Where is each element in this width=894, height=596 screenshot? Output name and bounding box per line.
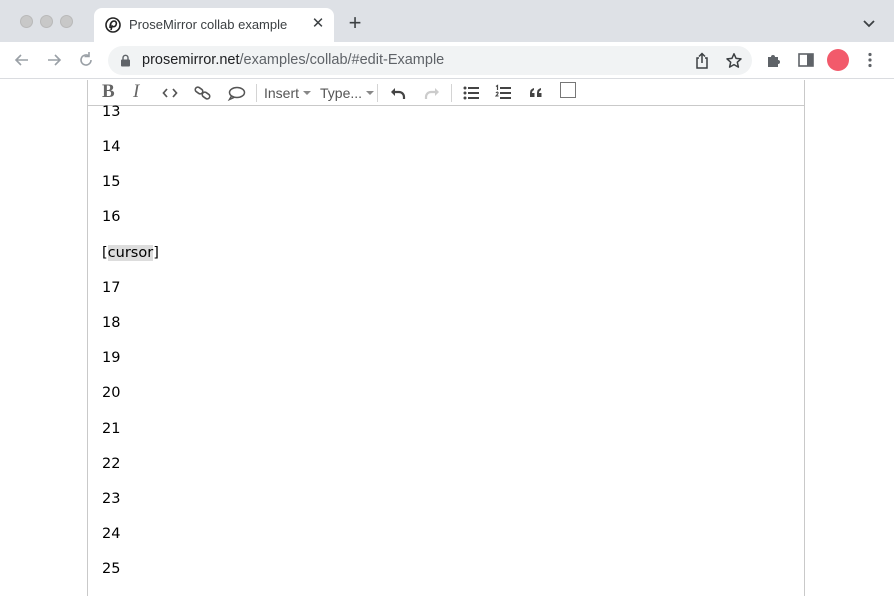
url-path: /examples/collab/#edit-Example	[239, 52, 445, 68]
cursor-paragraph: [cursor]	[102, 243, 159, 263]
insert-dropdown[interactable]: Insert	[264, 85, 312, 101]
paragraph: 14	[102, 139, 121, 155]
type-dropdown[interactable]: Type...	[320, 85, 375, 101]
paragraph: 19	[102, 350, 121, 366]
caret-down-icon	[366, 91, 375, 95]
undo-icon[interactable]	[389, 83, 407, 103]
extensions-puzzle-icon[interactable]	[765, 51, 783, 69]
paragraph: 16	[102, 209, 121, 225]
paragraph: 20	[102, 385, 121, 401]
tab-search-chevron-icon[interactable]	[860, 14, 878, 32]
window-zoom-button[interactable]	[60, 15, 73, 28]
forward-arrow-icon[interactable]	[44, 50, 64, 70]
paragraph: 18	[102, 315, 121, 331]
menu-separator	[256, 84, 257, 102]
cursor-bracket-open: [	[102, 245, 108, 261]
paragraph: 15	[102, 174, 121, 190]
italic-button[interactable]: I	[133, 81, 139, 102]
comment-icon[interactable]	[227, 83, 246, 103]
redo-icon[interactable]	[423, 83, 441, 103]
insert-dropdown-label: Insert	[264, 85, 300, 101]
browser-toolbar: prosemirror.net/examples/collab/#edit-Ex…	[0, 42, 894, 79]
window-minimize-button[interactable]	[40, 15, 53, 28]
caret-down-icon	[303, 91, 312, 95]
share-icon[interactable]	[694, 52, 710, 70]
editor-menubar: B I Insert Type...	[88, 80, 804, 106]
paragraph: 17	[102, 280, 121, 296]
cursor-bracket-close: ]	[153, 245, 159, 261]
url-host: prosemirror.net	[142, 52, 240, 68]
tab-strip: ProseMirror collab example ✕ +	[0, 0, 894, 42]
select-parent-node-icon[interactable]	[560, 82, 576, 98]
blockquote-icon[interactable]	[528, 83, 544, 103]
bullet-list-icon[interactable]	[463, 83, 480, 103]
reload-icon[interactable]	[76, 50, 96, 70]
paragraph: 22	[102, 456, 121, 472]
menu-separator	[451, 84, 452, 102]
bold-button[interactable]: B	[102, 81, 115, 102]
tab-prosemirror-collab[interactable]: ProseMirror collab example ✕	[94, 8, 334, 42]
prosemirror-favicon-icon	[105, 17, 121, 33]
paragraph: 24	[102, 526, 121, 542]
code-icon[interactable]	[162, 83, 178, 103]
page-viewport: B I Insert Type... 13 14 15 16 [cursor] …	[0, 80, 894, 596]
lock-icon[interactable]	[120, 54, 131, 67]
address-bar[interactable]: prosemirror.net/examples/collab/#edit-Ex…	[108, 46, 752, 75]
kebab-menu-icon[interactable]	[862, 51, 878, 69]
tab-title: ProseMirror collab example	[129, 17, 288, 32]
menu-separator	[377, 84, 378, 102]
back-arrow-icon[interactable]	[12, 50, 32, 70]
profile-avatar[interactable]	[827, 49, 849, 71]
tab-close-icon[interactable]: ✕	[309, 15, 327, 33]
new-tab-button[interactable]: +	[344, 12, 366, 34]
paragraph: 23	[102, 491, 121, 507]
ordered-list-icon[interactable]	[495, 83, 512, 103]
prosemirror-editor[interactable]: B I Insert Type... 13 14 15 16 [cursor] …	[87, 80, 805, 596]
window-close-button[interactable]	[20, 15, 33, 28]
type-dropdown-label: Type...	[320, 85, 363, 101]
paragraph: 13	[102, 104, 121, 120]
side-panel-icon[interactable]	[797, 51, 815, 69]
paragraph: 25	[102, 561, 121, 577]
paragraph: 21	[102, 421, 121, 437]
remote-cursor-highlight: cursor	[107, 245, 154, 261]
link-icon[interactable]	[194, 83, 211, 103]
bookmark-star-icon[interactable]	[725, 52, 743, 70]
url-text[interactable]: prosemirror.net/examples/collab/#edit-Ex…	[142, 52, 444, 68]
